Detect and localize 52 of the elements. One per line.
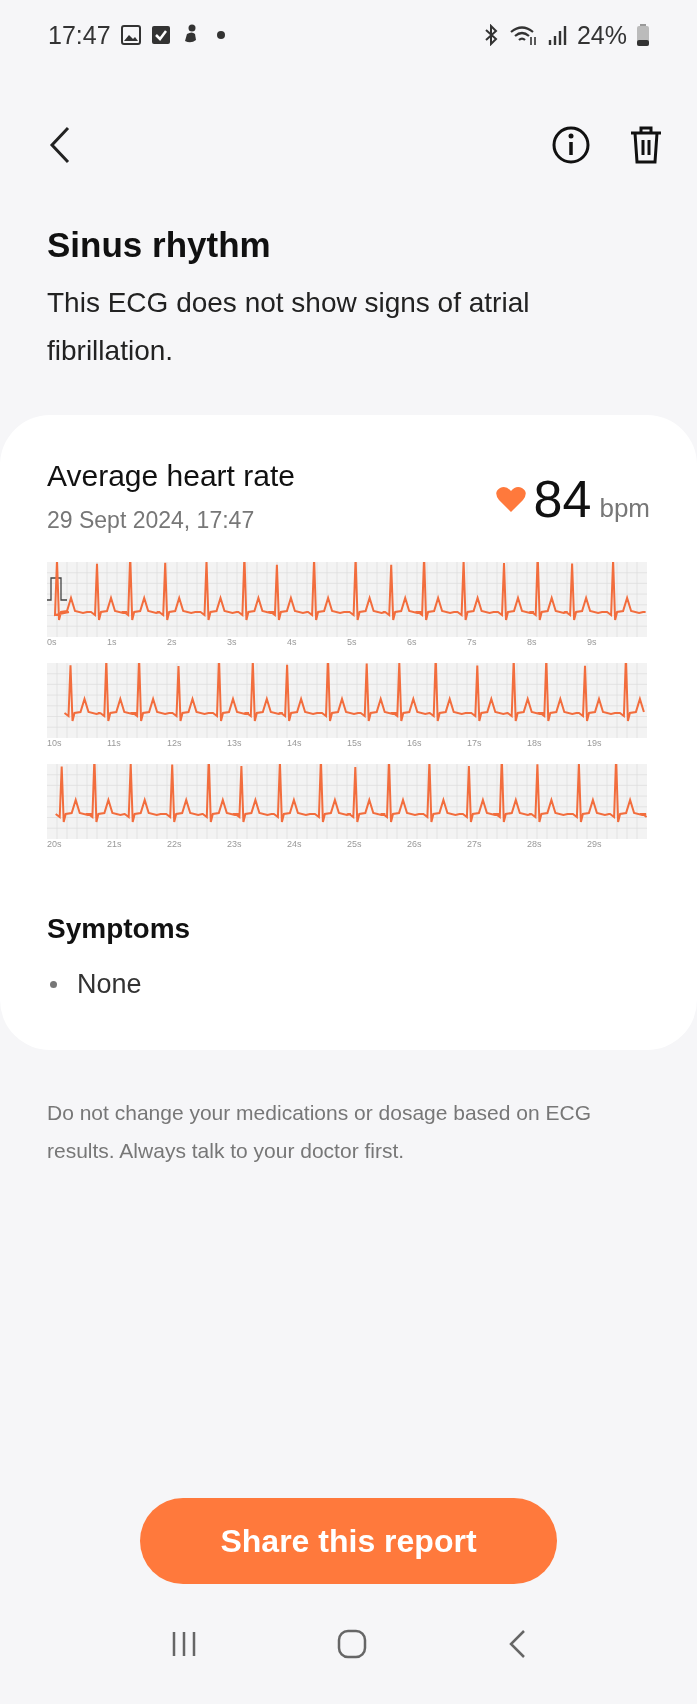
time-tick-label: 27s xyxy=(467,839,483,851)
time-tick-label: 5s xyxy=(347,637,358,649)
time-tick-label: 8s xyxy=(527,637,538,649)
time-tick-label: 11s xyxy=(107,738,122,750)
battery-icon xyxy=(637,24,649,46)
time-tick-label: 0s xyxy=(47,637,58,649)
time-tick-label: 10s xyxy=(47,738,63,750)
time-tick-label: 4s xyxy=(287,637,298,649)
dot-icon xyxy=(216,31,225,39)
battery-percentage: 24% xyxy=(576,20,627,50)
time-tick-label: 26s xyxy=(407,839,423,851)
back-nav-icon[interactable] xyxy=(507,1629,528,1659)
time-tick-label: 25s xyxy=(347,839,363,851)
time-tick-label: 19s xyxy=(587,738,603,750)
time-tick-label: 23s xyxy=(227,839,243,851)
time-tick-label: 12s xyxy=(167,738,183,750)
heart-rate-value: 84 xyxy=(533,469,592,529)
time-tick-label: 14s xyxy=(287,738,303,750)
time-tick-label: 18s xyxy=(527,738,543,750)
record-date: 29 Sept 2024, 17:47 xyxy=(47,507,256,534)
result-title: Sinus rhythm xyxy=(46,225,272,265)
time-tick-label: 13s xyxy=(227,738,243,750)
time-tick-label: 28s xyxy=(527,839,543,851)
symptom-text: None xyxy=(77,969,142,1000)
clock: 17:47 xyxy=(48,20,111,50)
heart-icon xyxy=(495,486,526,512)
heart-rate-label: Average heart rate xyxy=(47,459,295,493)
time-tick-label: 15s xyxy=(347,738,363,750)
symptoms-heading: Symptoms xyxy=(47,913,192,945)
image-icon xyxy=(120,25,141,45)
bullet-icon xyxy=(50,981,57,988)
time-tick-label: 6s xyxy=(407,637,418,649)
time-tick-label: 9s xyxy=(587,637,598,649)
signal-icon xyxy=(546,25,567,45)
time-tick-label: 17s xyxy=(467,738,483,750)
disclaimer-text: Do not change your medications or dosage based on ECG results. Always talk to your doctor first. xyxy=(46,1100,592,1164)
heart-rate-unit: bpm xyxy=(599,493,650,524)
result-description: This ECG does not show signs of atrial fibrillation. xyxy=(46,286,531,368)
checkbox-icon xyxy=(150,25,171,45)
time-tick-label: 16s xyxy=(407,738,423,750)
time-tick-label: 22s xyxy=(167,839,183,851)
wifi-icon xyxy=(508,24,537,46)
time-tick-label: 2s xyxy=(167,637,178,649)
time-tick-label: 21s xyxy=(107,839,123,851)
share-button[interactable]: Share this report xyxy=(140,1498,557,1584)
home-icon[interactable] xyxy=(337,1629,368,1659)
time-tick-label: 7s xyxy=(467,637,478,649)
time-tick-label: 24s xyxy=(287,839,303,851)
time-tick-label: 29s xyxy=(587,839,603,851)
time-tick-label: 1s xyxy=(107,637,118,649)
time-tick-label: 20s xyxy=(47,839,63,851)
time-tick-label: 3s xyxy=(227,637,238,649)
